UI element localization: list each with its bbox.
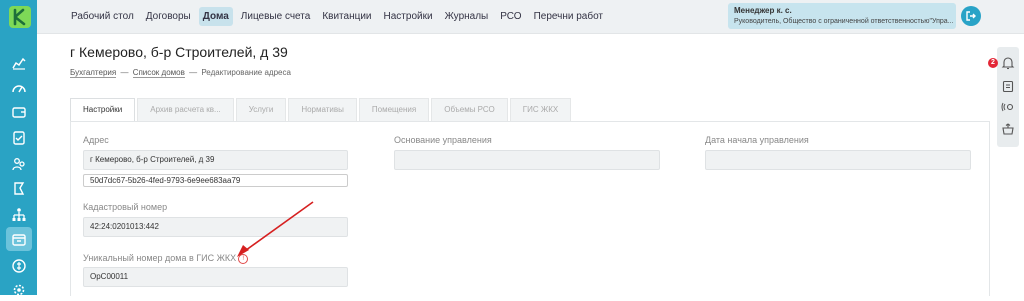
address-label: Адрес [83, 135, 109, 145]
breadcrumb-house-list[interactable]: Список домов [132, 68, 185, 78]
basis-label: Основание управления [394, 135, 492, 145]
tab-settings[interactable]: Настройки [70, 98, 136, 121]
main-nav: Рабочий стол Договоры Дома Лицевые счета… [67, 7, 611, 26]
nav-item-houses[interactable]: Дома [198, 7, 233, 26]
basis-field[interactable] [394, 150, 660, 170]
checklist-icon[interactable] [8, 127, 30, 149]
gis-number-field[interactable]: OpC00011 [83, 267, 348, 287]
breadcrumb-accounting[interactable]: Бухгалтерия [70, 68, 117, 78]
address-guid-field[interactable]: 50d7dc67-5b26-4fed-9793-6e9ee683aa79 [83, 174, 348, 187]
tab-bar: Настройки Архив расчета кв... Услуги Нор… [70, 98, 573, 121]
clipboard-icon[interactable] [1001, 79, 1015, 93]
tab-gis[interactable]: ГИС ЖКХ [509, 98, 572, 121]
box-icon[interactable] [6, 227, 32, 251]
nav-item-rso[interactable]: РСО [496, 7, 525, 26]
flag-icon[interactable] [8, 178, 30, 200]
tab-rooms[interactable]: Помещения [358, 98, 430, 121]
start-date-field[interactable] [705, 150, 971, 170]
annotation-arrow-icon [237, 201, 314, 257]
tab-archive[interactable]: Архив расчета кв... [137, 98, 234, 121]
coin-icon[interactable] [8, 255, 30, 277]
logo-icon[interactable] [9, 6, 31, 28]
nav-item-journals[interactable]: Журналы [441, 7, 493, 26]
sidebar [0, 0, 37, 296]
right-rail [997, 47, 1019, 147]
breadcrumb: Бухгалтерия — Список домов — Редактирова… [70, 68, 291, 78]
nav-item-settings[interactable]: Настройки [380, 7, 437, 26]
breadcrumb-separator: — [189, 68, 198, 77]
settings-panel: Адрес г Кемерово, б-р Строителей, д 39 5… [70, 121, 990, 296]
nav-item-accounts[interactable]: Лицевые счета [237, 7, 315, 26]
people-icon[interactable] [8, 153, 30, 175]
user-menu[interactable]: Менеджер к. с. Руководитель, Общество с … [728, 3, 956, 29]
wallet-icon[interactable] [8, 101, 30, 123]
chart-icon[interactable] [8, 52, 30, 74]
hierarchy-icon[interactable] [8, 204, 30, 226]
notification-badge: 2 [988, 58, 998, 68]
nav-item-receipts[interactable]: Квитанции [318, 7, 375, 26]
user-name: Менеджер к. с. [734, 6, 792, 15]
gauge-icon[interactable] [8, 77, 30, 99]
page-title: г Кемерово, б-р Строителей, д 39 [70, 44, 288, 60]
breadcrumb-current: Редактирование адреса [201, 68, 291, 77]
logout-icon [966, 11, 976, 21]
basket-icon[interactable] [1001, 122, 1015, 136]
start-date-label: Дата начала управления [705, 135, 809, 145]
nav-item-work-lists[interactable]: Перечни работ [530, 7, 607, 26]
nav-item-desktop[interactable]: Рабочий стол [67, 7, 138, 26]
tab-services[interactable]: Услуги [235, 98, 287, 121]
sound-icon[interactable] [1001, 100, 1015, 114]
cadastral-label: Кадастровый номер [83, 202, 168, 212]
address-field[interactable]: г Кемерово, б-р Строителей, д 39 [83, 150, 348, 170]
gis-number-label: Уникальный номер дома в ГИС ЖКХ! [83, 253, 249, 264]
user-role: Руководитель, Общество с ограниченной от… [734, 18, 954, 25]
nav-item-contracts[interactable]: Договоры [142, 7, 195, 26]
settings-icon[interactable] [8, 279, 30, 301]
breadcrumb-separator: — [120, 68, 129, 77]
bell-icon[interactable] [1001, 56, 1015, 70]
logout-button[interactable] [961, 6, 981, 26]
gis-number-label-text: Уникальный номер дома в ГИС ЖКХ [83, 253, 237, 263]
tab-rso-volumes[interactable]: Объемы РСО [431, 98, 508, 121]
tab-norms[interactable]: Нормативы [288, 98, 357, 121]
